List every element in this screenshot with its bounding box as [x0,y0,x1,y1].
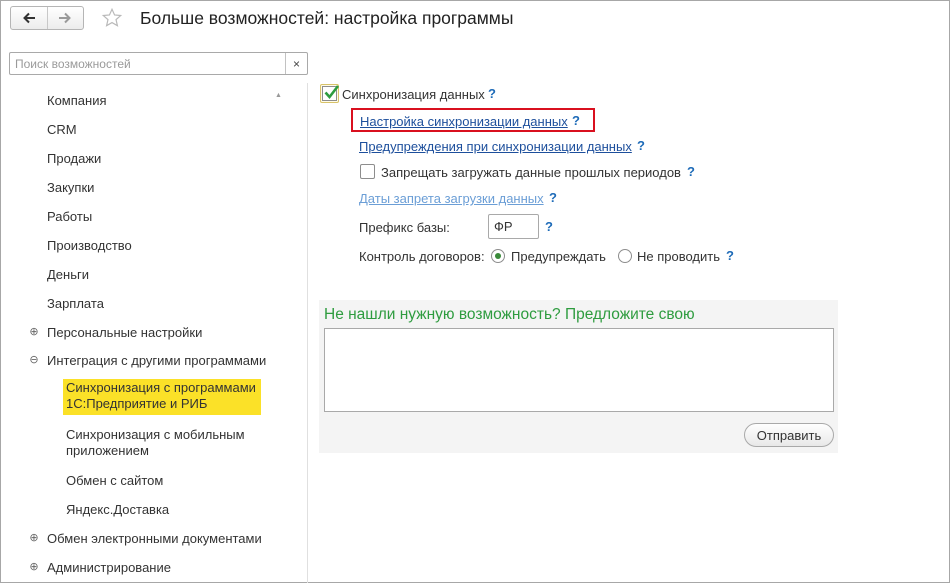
suggest-title: Не нашли нужную возможность? Предложите … [324,306,695,323]
sidebar-subitem-line: Синхронизация с мобильным [66,427,245,442]
load-restriction-dates-link[interactable]: Даты запрета загрузки данных [359,191,544,206]
sidebar-item-crm[interactable]: CRM [47,122,77,137]
close-icon: × [292,56,300,71]
radio-warn[interactable] [491,249,505,263]
suggest-panel: Не нашли нужную возможность? Предложите … [319,300,838,453]
sidebar-item-money[interactable]: Деньги [47,267,89,282]
sidebar-item-company[interactable]: Компания [47,93,107,108]
radio-skip[interactable] [618,249,632,263]
arrow-left-icon [22,12,35,24]
sidebar-item-edo[interactable]: Обмен электронными документами [47,531,262,546]
expand-icon[interactable]: ⊕ [29,533,39,544]
sync-label: Синхронизация данных [342,87,485,102]
sidebar-item-personal-settings[interactable]: Персональные настройки [47,325,202,340]
sidebar-subitem-sync-mobile[interactable]: Синхронизация с мобильным приложением [66,427,245,459]
forward-button[interactable] [46,7,84,29]
scroll-up-arrow-icon[interactable]: ▲ [275,92,282,99]
sidebar-subitem-line: приложением [66,443,149,458]
sidebar-subitem-sync-1c[interactable]: Синхронизация с программами 1С:Предприят… [63,379,261,415]
suggest-textarea[interactable] [324,328,834,412]
sidebar: ▲ Компания CRM Продажи Закупки Работы Пр… [1,83,308,583]
sidebar-subitem-line: Синхронизация с программами [66,380,256,395]
checkmark-icon [324,85,340,100]
forbid-past-periods-checkbox[interactable] [360,164,375,179]
sidebar-item-works[interactable]: Работы [47,209,92,224]
help-icon[interactable]: ? [488,86,496,101]
history-navigation [10,6,84,30]
sidebar-subitem-yandex-delivery[interactable]: Яндекс.Доставка [66,502,169,518]
help-icon[interactable]: ? [545,219,553,234]
help-icon[interactable]: ? [549,190,557,205]
help-icon[interactable]: ? [572,113,580,128]
radio-skip-label: Не проводить [637,249,721,264]
expand-icon[interactable]: ⊕ [29,327,39,338]
collapse-icon[interactable]: ⊖ [29,355,39,366]
sidebar-item-salary[interactable]: Зарплата [47,296,104,311]
arrow-right-icon [59,12,72,24]
expand-icon[interactable]: ⊕ [29,562,39,573]
sync-warnings-link[interactable]: Предупреждения при синхронизации данных [359,139,632,154]
clear-search-button[interactable]: × [285,53,307,74]
back-button[interactable] [11,7,47,29]
forbid-past-periods-label: Запрещать загружать данные прошлых перио… [381,165,681,180]
prefix-input[interactable] [488,214,539,239]
sidebar-subitem-site-exchange[interactable]: Обмен с сайтом [66,473,163,489]
prefix-label: Префикс базы: [359,220,450,235]
help-icon[interactable]: ? [687,164,695,179]
sidebar-item-integration[interactable]: Интеграция с другими программами [47,353,266,368]
sidebar-subitem-line: 1С:Предприятие и РИБ [66,396,208,411]
sidebar-item-production[interactable]: Производство [47,238,132,253]
app-window: Больше возможностей: настройка программы… [0,0,950,583]
sync-checkbox[interactable] [320,84,340,103]
help-icon[interactable]: ? [726,248,734,263]
star-icon[interactable] [101,7,123,29]
sidebar-item-administration[interactable]: Администрирование [47,560,171,575]
radio-warn-label: Предупреждать [511,249,606,264]
send-button[interactable]: Отправить [744,423,834,447]
sidebar-item-purchases[interactable]: Закупки [47,180,94,195]
search-input[interactable] [10,53,285,74]
help-icon[interactable]: ? [637,138,645,153]
page-title: Больше возможностей: настройка программы [140,8,514,28]
contracts-control-label: Контроль договоров: [359,249,485,264]
search-box: × [9,52,308,75]
sidebar-item-sales[interactable]: Продажи [47,151,101,166]
sync-settings-link[interactable]: Настройка синхронизации данных [360,114,568,129]
